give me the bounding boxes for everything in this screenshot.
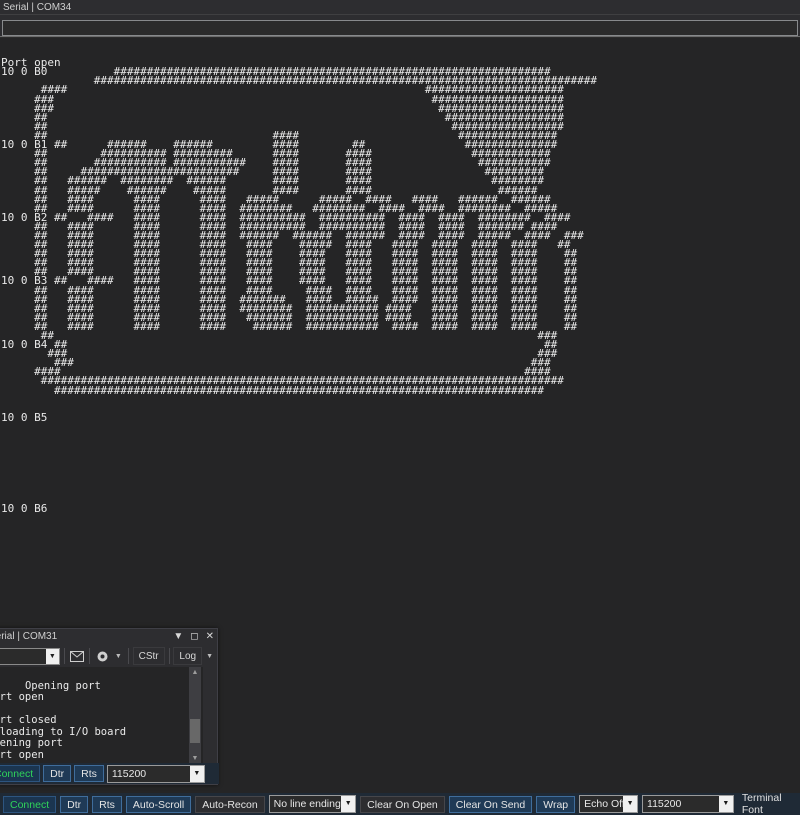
toolbar-separator bbox=[127, 648, 129, 664]
toolbar-separator bbox=[63, 648, 65, 664]
child-log-output[interactable]: Opening port Port open Port closed Uploa… bbox=[0, 667, 203, 765]
cstr-button[interactable]: CStr bbox=[132, 647, 165, 665]
clear-on-send-button[interactable]: Clear On Send bbox=[448, 795, 533, 813]
terminal-font-label: Terminal Font bbox=[741, 792, 782, 815]
child-log-text: Opening port Port open Port closed Uploa… bbox=[0, 679, 127, 761]
baud-value: 115200 bbox=[647, 798, 682, 810]
auto-scroll-button[interactable]: Auto-Scroll bbox=[125, 795, 192, 813]
chevron-down-icon[interactable]: ▼ bbox=[189, 765, 204, 782]
child-dtr-button[interactable]: Dtr bbox=[43, 765, 72, 782]
close-icon[interactable]: ✕ bbox=[206, 629, 214, 645]
minimize-icon[interactable]: ▼ bbox=[173, 629, 183, 645]
chevron-down-icon[interactable]: ▼ bbox=[45, 648, 59, 664]
scroll-up-icon[interactable]: ▲ bbox=[189, 667, 201, 679]
maximize-icon[interactable]: ◻ bbox=[190, 629, 198, 645]
line-ending-value: No line ending bbox=[273, 798, 341, 810]
line-ending-combo[interactable]: No line ending ▼ bbox=[268, 795, 357, 813]
main-statusbar: Connect Dtr Rts Auto-Scroll Auto-Recon N… bbox=[0, 792, 800, 815]
child-baud-value: 115200 bbox=[111, 767, 147, 780]
send-row bbox=[0, 15, 800, 37]
dtr-button[interactable]: Dtr bbox=[60, 795, 89, 813]
child-baud-combo[interactable]: 115200 ▼ bbox=[106, 764, 205, 783]
connect-button[interactable]: Connect bbox=[3, 795, 57, 813]
echo-value: Echo Off bbox=[584, 798, 625, 810]
toolbar-separator bbox=[89, 648, 91, 664]
terminal-text: Port open 10 0 B0 ######################… bbox=[1, 56, 598, 515]
log-dropdown-caret-icon[interactable]: ▼ bbox=[204, 653, 215, 660]
send-input[interactable] bbox=[2, 19, 798, 36]
scrollbar-thumb[interactable] bbox=[190, 719, 200, 743]
child-window-titlebar: Serial | COM31 ▼ ◻ ✕ bbox=[0, 629, 217, 645]
gear-icon[interactable] bbox=[94, 647, 111, 665]
chevron-down-icon[interactable]: ▼ bbox=[623, 796, 638, 812]
child-window-toolbar: ▼ ▼ CStr Log ▼ bbox=[0, 645, 217, 667]
port-combo[interactable]: ▼ bbox=[0, 647, 60, 665]
window-title: Serial | COM34 bbox=[0, 0, 800, 15]
rts-button[interactable]: Rts bbox=[92, 795, 122, 813]
echo-combo[interactable]: Echo Off ▼ bbox=[579, 795, 639, 813]
child-window-statusbar: Connect Dtr Rts 115200 ▼ bbox=[0, 763, 219, 784]
child-serial-window: Serial | COM31 ▼ ◻ ✕ ▼ bbox=[0, 628, 219, 785]
child-log-scrollbar[interactable]: ▲ ▼ bbox=[189, 667, 201, 765]
serial-terminal-window: Serial | COM34 Port open 10 0 B0 #######… bbox=[0, 0, 800, 815]
chevron-down-icon[interactable]: ▼ bbox=[718, 796, 733, 812]
log-button[interactable]: Log bbox=[173, 647, 203, 665]
child-window-title: Serial | COM31 bbox=[0, 631, 58, 642]
toolbar-separator bbox=[168, 648, 170, 664]
wrap-button[interactable]: Wrap bbox=[536, 795, 576, 813]
child-connect-button[interactable]: Connect bbox=[0, 765, 41, 782]
auto-recon-button[interactable]: Auto-Recon bbox=[195, 795, 265, 813]
gear-dropdown-caret-icon[interactable]: ▼ bbox=[113, 653, 124, 660]
envelope-icon[interactable] bbox=[69, 647, 86, 665]
child-rts-button[interactable]: Rts bbox=[74, 765, 104, 782]
chevron-down-icon[interactable]: ▼ bbox=[341, 796, 356, 812]
clear-on-open-button[interactable]: Clear On Open bbox=[360, 795, 445, 813]
baud-combo[interactable]: 115200 ▼ bbox=[642, 795, 734, 813]
